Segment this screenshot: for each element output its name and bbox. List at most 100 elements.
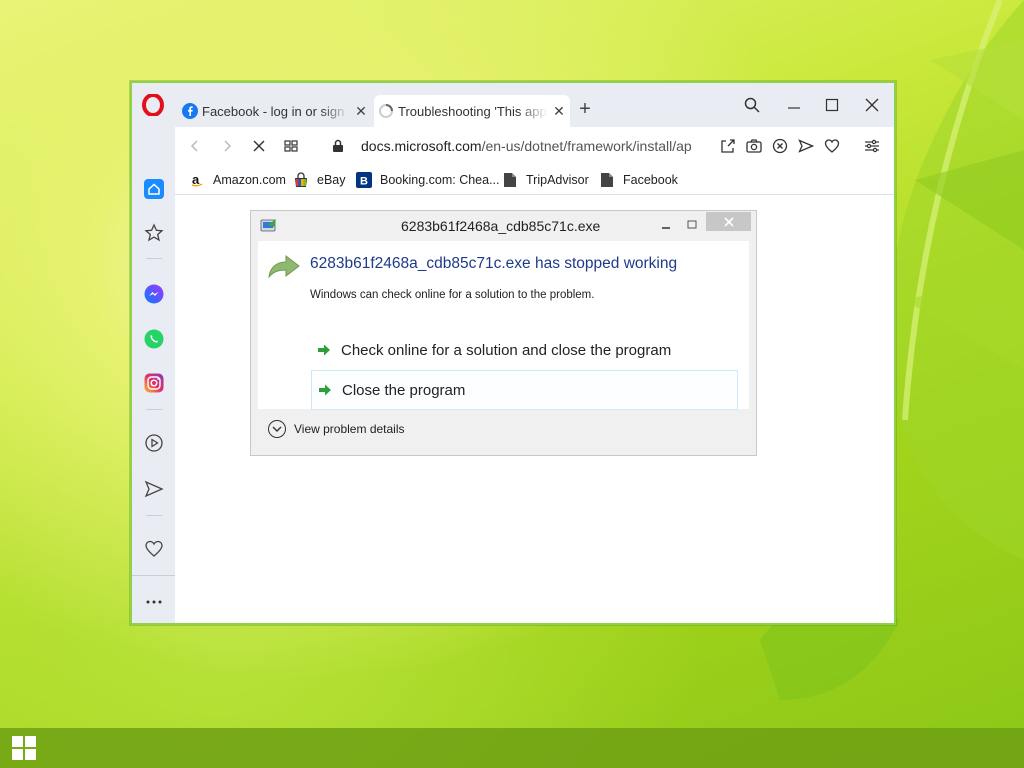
forward-button[interactable] [217,136,237,156]
site-security-button[interactable] [328,136,348,156]
dialog-title: 6283b61f2468a_cdb85c71c.exe [401,218,601,234]
snapshot-button[interactable] [745,137,763,155]
speed-dial-icon [144,223,164,242]
tab-facebook[interactable]: Facebook - log in or sign up ✕ [178,95,372,127]
url-host: docs.microsoft.com [361,138,482,154]
tabs-grid-button[interactable] [281,136,301,156]
start-button[interactable] [0,728,48,768]
sidebar-separator [132,575,175,576]
dialog-close-button[interactable] [706,212,751,231]
lock-icon [333,139,343,152]
back-arrow-icon [190,140,198,152]
maximize-icon [825,98,839,112]
share-icon [721,139,735,153]
sidebar-home[interactable] [142,177,166,201]
amazon-icon: a [189,172,205,188]
facebook-icon [182,103,198,119]
back-button[interactable] [185,136,205,156]
sidebar [132,127,175,623]
sidebar-more[interactable] [142,590,166,614]
close-window-button[interactable] [858,93,886,117]
svg-text:B: B [360,176,368,188]
loading-spinner-icon [379,104,393,118]
player-icon [145,434,163,452]
adblock-icon [772,138,788,154]
bookmark-label: Facebook [623,173,678,187]
add-to-pinboard-button[interactable] [823,137,841,155]
chevron-down-icon [268,420,286,438]
sidebar-flow[interactable] [142,477,166,501]
maximize-icon [687,220,697,229]
page-icon [599,172,615,188]
minimize-icon [662,227,670,229]
sidebar-whatsapp[interactable] [142,327,166,351]
messenger-icon [144,284,164,304]
camera-icon [746,139,762,153]
sidebar-speed-dial[interactable] [142,221,166,245]
close-icon [723,216,734,227]
bookmark-label: TripAdvisor [526,173,589,187]
sidebar-messenger[interactable] [142,282,166,306]
opera-logo-icon[interactable] [142,94,164,116]
new-tab-button[interactable]: + [575,98,595,120]
heart-icon [824,139,840,153]
bookmark-ebay[interactable]: eBay [293,170,346,190]
page-icon [502,172,518,188]
sidebar-separator [146,258,162,259]
sidebar-instagram[interactable] [142,371,166,395]
booking-icon: B [356,172,372,188]
url-path: /en-us/dotnet/framework/install/applicat… [481,138,691,154]
bookmark-facebook[interactable]: Facebook [599,170,678,190]
stop-loading-button[interactable] [249,136,269,156]
bookmark-label: eBay [317,173,346,187]
green-arrow-icon [318,344,330,356]
option-label: Check online for a solution and close th… [341,341,672,359]
bookmark-amazon[interactable]: a Amazon.com [189,170,286,190]
flow-icon [144,480,164,498]
view-details-toggle[interactable]: View problem details [258,409,749,449]
bookmarks-bar: a Amazon.com eBay B Booking.com: Chea...… [175,165,894,195]
grid-icon [284,140,298,152]
bookmark-label: Booking.com: Chea... [380,173,500,187]
more-icon [146,600,162,604]
heart-icon [145,540,163,557]
sidebar-separator [146,515,162,516]
sidebar-player[interactable] [142,431,166,455]
stopped-working-arrow-icon [268,254,300,279]
bookmark-label: Amazon.com [213,173,286,187]
dialog-heading: 6283b61f2468a_cdb85c71c.exe has stopped … [310,255,678,272]
share-button[interactable] [719,137,737,155]
windows-logo-icon [12,736,36,760]
error-dialog: 6283b61f2468a_cdb85c71c.exe 6283b61f2468… [250,210,757,456]
maximize-button[interactable] [818,93,846,117]
ad-blocker-button[interactable] [771,137,789,155]
dialog-maximize-button[interactable] [683,217,701,233]
close-tab-icon[interactable]: ✕ [350,100,372,122]
instagram-icon [144,373,164,393]
tab-title: Troubleshooting 'This application could … [398,103,548,119]
send-to-flow-button[interactable] [797,137,815,155]
bookmark-tripadvisor[interactable]: TripAdvisor [502,170,589,190]
settings-sliders-icon [865,139,879,153]
check-online-option[interactable]: Check online for a solution and close th… [311,330,738,370]
tab-title: Facebook - log in or sign up [202,103,350,119]
bookmark-booking[interactable]: B Booking.com: Chea... [356,170,500,190]
dialog-minimize-button[interactable] [657,217,675,233]
tab-troubleshooting[interactable]: Troubleshooting 'This application could … [374,95,570,127]
stop-icon [253,140,265,152]
close-icon [865,98,879,112]
close-program-option[interactable]: Close the program [311,370,738,410]
minimize-button[interactable] [780,93,808,117]
taskbar [0,728,1024,768]
close-tab-icon[interactable]: ✕ [548,100,570,122]
green-arrow-icon [319,384,331,396]
url-field[interactable]: docs.microsoft.com/en-us/dotnet/framewor… [361,138,691,154]
easy-setup-button[interactable] [863,137,881,155]
search-icon [744,97,760,113]
search-tabs-button[interactable] [738,93,766,117]
send-icon [798,139,814,153]
sidebar-pinboards[interactable] [142,537,166,561]
dialog-title-bar: 6283b61f2468a_cdb85c71c.exe [251,211,756,241]
app-icon [260,219,276,232]
sidebar-separator [146,409,162,410]
